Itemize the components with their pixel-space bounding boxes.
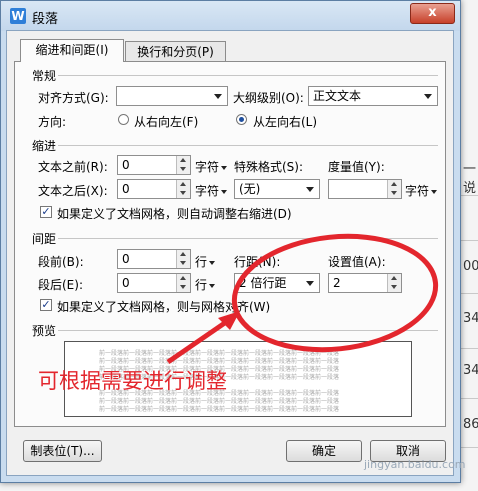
chevron-down-icon	[424, 94, 432, 99]
indent-after-unit[interactable]: 字符	[195, 182, 228, 199]
spacing-after-spinner[interactable]: 0	[117, 273, 191, 293]
background-text: 00	[463, 259, 478, 274]
background-text: 一说	[463, 162, 477, 196]
unit-text: 字符	[195, 160, 220, 174]
spinner-buttons[interactable]	[387, 180, 401, 198]
preview-line: 前一段落前一段落前一段落前一段落前一段落前一段落前一段落前一段落前一段落前一段落	[99, 406, 340, 413]
indent-after-label: 文本之后(X):	[38, 184, 108, 198]
close-button[interactable]: x	[410, 3, 455, 24]
indent-grid-checkbox-label: 如果定义了文档网格，则自动调整右缩进(D)	[57, 207, 292, 221]
close-icon: x	[428, 5, 437, 20]
indent-before-unit[interactable]: 字符	[195, 158, 228, 175]
arrow-up-icon	[180, 252, 186, 256]
spacing-before-unit[interactable]: 行	[195, 253, 216, 270]
setting-value-label: 设置值(A):	[328, 255, 386, 269]
indent-before-spinner[interactable]: 0	[117, 155, 191, 175]
background-text: 34	[463, 311, 478, 326]
unit-text: 字符	[195, 184, 220, 198]
line-spacing-label: 行距(N):	[234, 255, 281, 269]
spacing-after-value: 0	[122, 276, 130, 290]
arrow-down-icon	[180, 191, 186, 195]
arrow-down-icon	[180, 261, 186, 265]
line-spacing-select[interactable]: 2 倍行距	[234, 273, 320, 293]
spinner-buttons[interactable]	[387, 274, 401, 292]
spacing-after-label: 段后(E):	[38, 278, 83, 292]
ltr-label: 从左向右(L)	[253, 115, 318, 129]
chevron-down-icon	[306, 187, 314, 192]
chevron-down-icon	[221, 189, 228, 194]
chevron-down-icon	[431, 189, 438, 194]
unit-text: 行	[195, 278, 208, 292]
tab-indents-and-spacing[interactable]: 缩进和间距(I)	[20, 39, 124, 62]
annotation-text: 可根据需要进行调整	[38, 369, 227, 393]
measure-unit[interactable]: 字符	[405, 182, 438, 199]
wps-app-icon: W	[10, 8, 26, 24]
setting-value: 2	[333, 276, 341, 290]
indent-grid-checkbox[interactable]: ✓	[40, 206, 52, 218]
spinner-buttons[interactable]	[176, 274, 190, 292]
arrow-up-icon	[391, 276, 397, 280]
unit-text: 行	[195, 255, 208, 269]
separator	[58, 238, 438, 239]
direction-label: 方向:	[38, 115, 67, 129]
setting-value-spinner[interactable]: 2	[328, 273, 402, 293]
ok-button[interactable]: 确定	[286, 440, 362, 462]
tab-stops-button[interactable]: 制表位(T)...	[23, 440, 102, 462]
unit-text: 字符	[405, 184, 430, 198]
arrow-up-icon	[180, 158, 186, 162]
arrow-down-icon	[180, 167, 186, 171]
special-format-select[interactable]: (无)	[234, 179, 320, 199]
indent-before-value: 0	[122, 158, 130, 172]
tab-line-and-page-breaks[interactable]: 换行和分页(P)	[125, 41, 226, 62]
spacing-before-label: 段前(B):	[38, 255, 84, 269]
chevron-down-icon	[214, 94, 222, 99]
indent-before-label: 文本之前(R):	[38, 160, 108, 174]
general-section-title: 常规	[32, 69, 57, 83]
rtl-radio[interactable]	[118, 114, 129, 125]
separator	[58, 330, 438, 331]
special-format-label: 特殊格式(S):	[234, 160, 304, 174]
special-format-value: (无)	[239, 182, 261, 196]
spinner-buttons[interactable]	[176, 180, 190, 198]
outline-level-select[interactable]: 正文文本	[308, 86, 438, 106]
outline-level-label: 大纲级别(O):	[233, 91, 304, 105]
separator	[58, 75, 438, 76]
chevron-down-icon	[209, 260, 216, 265]
line-spacing-value: 2 倍行距	[239, 276, 287, 290]
spinner-buttons[interactable]	[176, 156, 190, 174]
rtl-label: 从右向左(F)	[134, 115, 199, 129]
ltr-radio[interactable]	[236, 114, 247, 125]
separator	[58, 145, 438, 146]
background-text: 86	[463, 417, 478, 432]
chevron-down-icon	[221, 165, 228, 170]
spacing-grid-checkbox-label: 如果定义了文档网格，则与网格对齐(W)	[57, 300, 271, 314]
spacing-section-title: 间距	[32, 232, 57, 246]
measure-spinner[interactable]	[328, 179, 402, 199]
outline-level-value: 正文文本	[313, 89, 362, 103]
arrow-down-icon	[391, 285, 397, 289]
title-bar[interactable]: W 段落 x	[1, 1, 460, 31]
spacing-before-spinner[interactable]: 0	[117, 249, 191, 269]
indent-after-spinner[interactable]: 0	[117, 179, 191, 199]
preview-section-title: 预览	[32, 324, 57, 338]
arrow-down-icon	[180, 285, 186, 289]
indent-after-value: 0	[122, 182, 130, 196]
arrow-up-icon	[391, 182, 397, 186]
arrow-down-icon	[391, 191, 397, 195]
measure-label: 度量值(Y):	[328, 160, 385, 174]
spinner-buttons[interactable]	[176, 250, 190, 268]
alignment-label: 对齐方式(G):	[38, 91, 109, 105]
spacing-before-value: 0	[122, 252, 130, 266]
chevron-down-icon	[209, 283, 216, 288]
alignment-select[interactable]	[116, 86, 228, 106]
spacing-after-unit[interactable]: 行	[195, 276, 216, 293]
watermark: jingyan.baidu.com	[364, 458, 466, 471]
spacing-grid-checkbox[interactable]: ✓	[40, 299, 52, 311]
arrow-up-icon	[180, 276, 186, 280]
indent-section-title: 缩进	[32, 139, 57, 153]
arrow-up-icon	[180, 182, 186, 186]
chevron-down-icon	[306, 281, 314, 286]
dialog-title: 段落	[32, 12, 59, 27]
background-text: 34	[463, 363, 478, 378]
